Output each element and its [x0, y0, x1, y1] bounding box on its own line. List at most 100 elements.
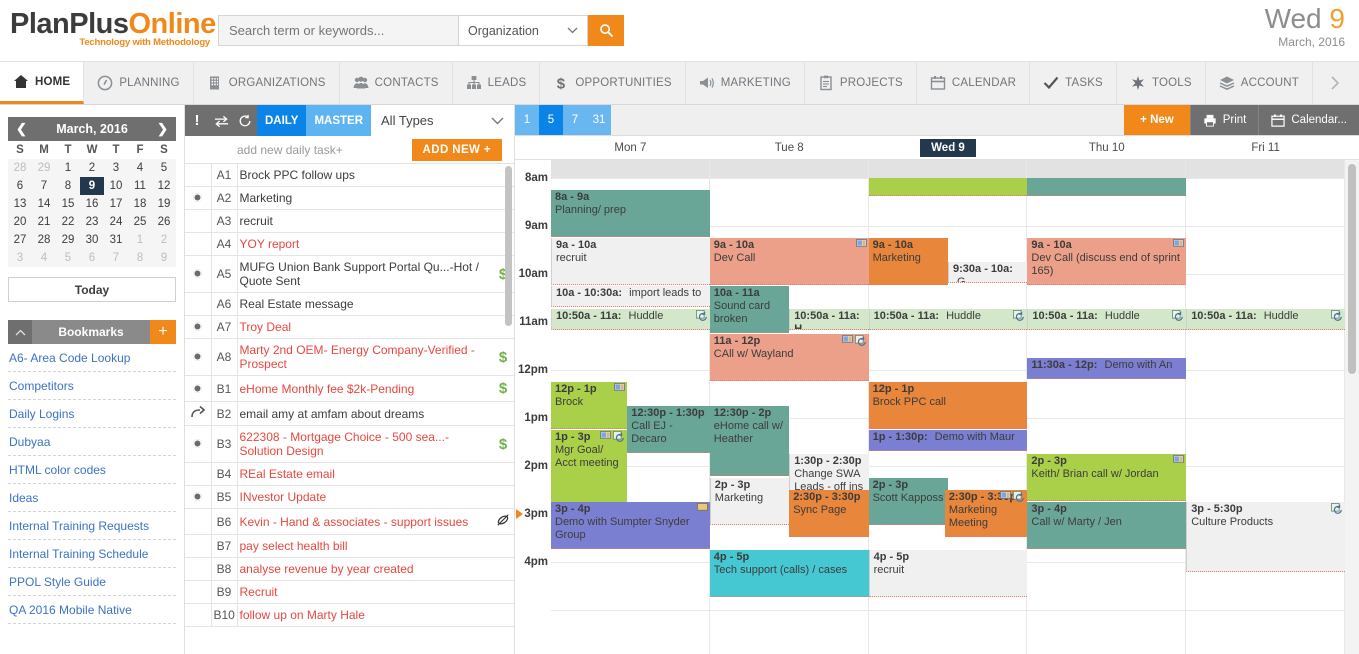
calendar-scrollbar-thumb[interactable] — [1348, 164, 1356, 374]
nav-item-home[interactable]: HOME — [0, 62, 85, 104]
task-text[interactable]: Recruit — [237, 580, 492, 604]
bookmark-item[interactable]: Internal Training Requests — [8, 512, 176, 540]
task-text[interactable]: email amy at amfam about dreams — [237, 401, 492, 426]
nav-item-calendar[interactable]: CALENDAR — [916, 62, 1031, 104]
mini-calendar-day[interactable]: 12 — [152, 177, 176, 195]
mini-calendar-day[interactable]: 15 — [56, 195, 80, 213]
mini-calendar-day[interactable]: 17 — [104, 195, 128, 213]
mini-calendar-day[interactable]: 28 — [8, 159, 32, 177]
task-text[interactable]: analyse revenue by year created — [237, 557, 492, 581]
mini-calendar-day[interactable]: 4 — [128, 159, 152, 177]
mini-calendar-day[interactable]: 30 — [80, 231, 104, 249]
view-range-1[interactable]: 1 — [515, 105, 539, 135]
calendar-event[interactable]: 9a - 10a Dev Call (discuss end of sprint … — [1027, 238, 1187, 285]
task-row[interactable]: A2 Marketing — [185, 186, 514, 210]
day-column[interactable] — [1186, 160, 1345, 654]
mini-calendar-day[interactable]: 6 — [8, 177, 32, 195]
add-bookmark-button[interactable]: + — [150, 320, 176, 344]
calendar-event[interactable]: 10:50a - 11a: Huddle — [551, 309, 710, 330]
nav-item-tasks[interactable]: TASKS — [1030, 62, 1117, 104]
task-status-dot[interactable] — [193, 269, 203, 278]
mini-calendar-day[interactable]: 29 — [32, 159, 56, 177]
nav-item-projects[interactable]: PROJECTS — [804, 62, 917, 104]
mini-calendar-day[interactable]: 19 — [152, 195, 176, 213]
bookmark-item[interactable]: HTML color codes — [8, 456, 176, 484]
calendar-event[interactable]: 3p - 4p Call w/ Marty / Jen — [1027, 502, 1187, 549]
calendar-event[interactable] — [868, 178, 1028, 196]
search-scope-select[interactable]: Organization — [458, 15, 588, 46]
mini-calendar-day[interactable]: 29 — [56, 231, 80, 249]
mini-calendar-day[interactable]: 3 — [8, 249, 32, 267]
task-scrollbar[interactable] — [505, 166, 512, 326]
calendar-event[interactable]: 8a - 9a Planning/ prep — [551, 190, 710, 237]
calendar-event[interactable]: 2p - 3p Scott Kapposs — [868, 478, 948, 525]
mini-calendar-day[interactable]: 20 — [8, 213, 32, 231]
task-text[interactable]: eHome Monthly fee $2k-Pending — [237, 375, 492, 402]
task-status-dot[interactable] — [193, 439, 203, 448]
task-text[interactable]: Real Estate message — [237, 292, 492, 316]
bookmark-item[interactable]: Ideas — [8, 484, 176, 512]
task-row[interactable]: B7 pay select health bill — [185, 534, 514, 558]
task-row[interactable]: B9 Recruit — [185, 580, 514, 604]
add-new-button[interactable]: ADD NEW + — [411, 138, 502, 161]
task-text[interactable]: YOY report — [237, 232, 492, 256]
refresh-icon[interactable] — [233, 105, 257, 136]
nav-item-tools[interactable]: TOOLS — [1116, 62, 1206, 104]
calendar-event[interactable]: 10:50a - 11a: Huddle — [868, 309, 1028, 330]
mini-calendar-day[interactable]: 23 — [80, 213, 104, 231]
mini-calendar-day[interactable]: 6 — [80, 249, 104, 267]
mini-calendar-day[interactable]: 26 — [152, 213, 176, 231]
mini-calendar-day[interactable]: 8 — [128, 249, 152, 267]
calendar-event[interactable] — [1027, 178, 1187, 196]
calendar-event[interactable]: 2p - 3p Keith/ Brian call w/ Jordan — [1027, 454, 1187, 501]
calendar-event[interactable]: 10a - 10:30a: import leads to — [551, 286, 710, 307]
mini-calendar-day[interactable]: 9 — [152, 249, 176, 267]
task-text[interactable]: Kevin - Hand & associates - support issu… — [237, 508, 492, 535]
bookmark-item[interactable]: A6- Area Code Lookup — [8, 344, 176, 372]
mini-calendar-day[interactable]: 5 — [56, 249, 80, 267]
mini-calendar-day[interactable]: 21 — [32, 213, 56, 231]
task-status-dot[interactable] — [193, 383, 203, 393]
nav-more-button[interactable] — [1312, 62, 1357, 104]
nav-item-marketing[interactable]: MARKETING — [685, 62, 805, 104]
mini-calendar-day[interactable]: 5 — [152, 159, 176, 177]
bookmark-item[interactable]: Daily Logins — [8, 400, 176, 428]
chevron-up-icon[interactable] — [8, 320, 32, 344]
mini-calendar-day[interactable]: 9 — [80, 177, 104, 195]
bookmark-item[interactable]: QA 2016 Mobile Native — [8, 596, 176, 624]
tab-daily[interactable]: DAILY — [257, 105, 307, 136]
calendar-scrollbar[interactable] — [1345, 160, 1359, 654]
mini-calendar-day[interactable]: 16 — [80, 195, 104, 213]
all-day-band[interactable] — [1186, 160, 1344, 178]
task-text[interactable]: Brock PPC follow ups — [237, 164, 492, 187]
search-button[interactable] — [588, 15, 624, 46]
day-header[interactable]: Wed 9 — [869, 136, 1028, 159]
nav-item-account[interactable]: ACCOUNT — [1205, 62, 1313, 104]
mini-calendar-day[interactable]: 22 — [56, 213, 80, 231]
mini-calendar-day[interactable]: 4 — [32, 249, 56, 267]
calendar-select-button[interactable]: Calendar... — [1258, 105, 1359, 135]
mini-calendar-day[interactable]: 1 — [128, 231, 152, 249]
task-text[interactable]: REal Estate email — [237, 462, 492, 486]
calendar-event[interactable]: 10:50a - 11a: Huddle — [1186, 309, 1345, 330]
tab-master[interactable]: MASTER — [306, 105, 372, 136]
task-row[interactable]: B8 analyse revenue by year created — [185, 557, 514, 581]
transfer-icon[interactable] — [209, 105, 233, 136]
nav-item-opportunities[interactable]: $ OPPORTUNITIES — [540, 62, 686, 104]
task-row[interactable]: A3 recruit — [185, 209, 514, 233]
today-button[interactable]: Today — [8, 277, 176, 302]
calendar-event[interactable]: 2p - 3p Marketing — [709, 478, 790, 525]
calendar-event[interactable]: 1p - 1:30p: Demo with Maur — [868, 430, 1028, 451]
nav-item-organizations[interactable]: ORGANIZATIONS — [193, 62, 340, 104]
mini-calendar-day[interactable]: 11 — [128, 177, 152, 195]
add-task-placeholder[interactable]: add new daily task+ — [237, 143, 343, 157]
new-event-button[interactable]: + New — [1124, 105, 1190, 135]
calendar-event[interactable]: 11:30a - 12p: Demo with An — [1027, 358, 1187, 379]
task-type-filter[interactable]: All Types — [371, 105, 514, 136]
nav-item-planning[interactable]: PLANNING — [84, 62, 194, 104]
task-row[interactable]: A4 YOY report — [185, 232, 514, 256]
task-row[interactable]: B2 email amy at amfam about dreams — [185, 401, 514, 426]
calendar-event[interactable]: 12p - 1p Brock — [551, 382, 628, 429]
calendar-event[interactable]: 9:30a - 10a: G — [948, 262, 1028, 283]
calendar-event[interactable]: 3p - 5:30p Culture Products — [1186, 502, 1345, 572]
